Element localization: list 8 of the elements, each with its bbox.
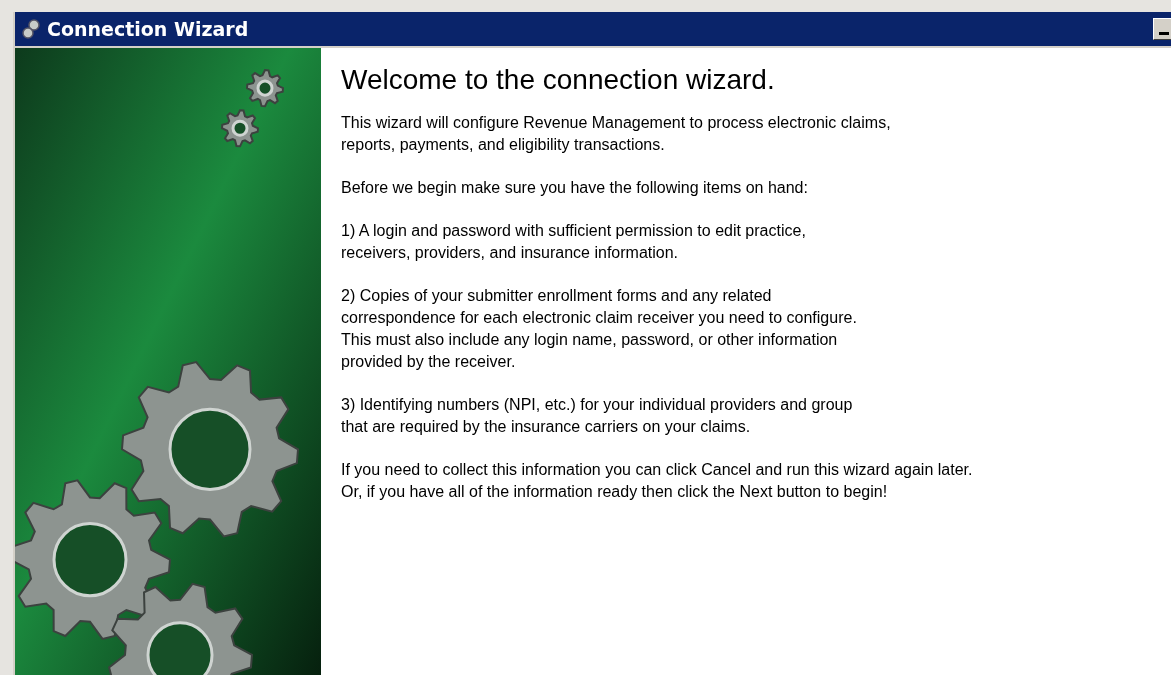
window-title: Connection Wizard: [47, 18, 249, 40]
instruction-paragraph: Before we begin make sure you have the following items on hand:: [341, 178, 809, 198]
instruction-paragraph: This wizard will configure Revenue Management to process electronic claims, reports, payments, and eligibility transactions.: [341, 113, 892, 155]
instruction-paragraph: 2) Copies of your submitter enrollment forms and any related correspondence for each electronic claim receiver you need to configure. This must also include any login name, password, or other information provided by the receiver.: [341, 286, 858, 372]
instruction-paragraph: If you need to collect this information you can click Cancel and run this wizard again later. Or, if you have all of the information ready then click the Next button to begin!: [341, 460, 973, 502]
wizard-heading: Welcome to the connection wizard.: [341, 64, 776, 96]
instruction-paragraph: 3) Identifying numbers (NPI, etc.) for your individual providers and group that are required by the insurance carriers on your claims.: [341, 395, 854, 437]
instruction-paragraph: 1) A login and password with sufficient permission to edit practice, receivers, providers, and insurance information.: [341, 221, 807, 263]
